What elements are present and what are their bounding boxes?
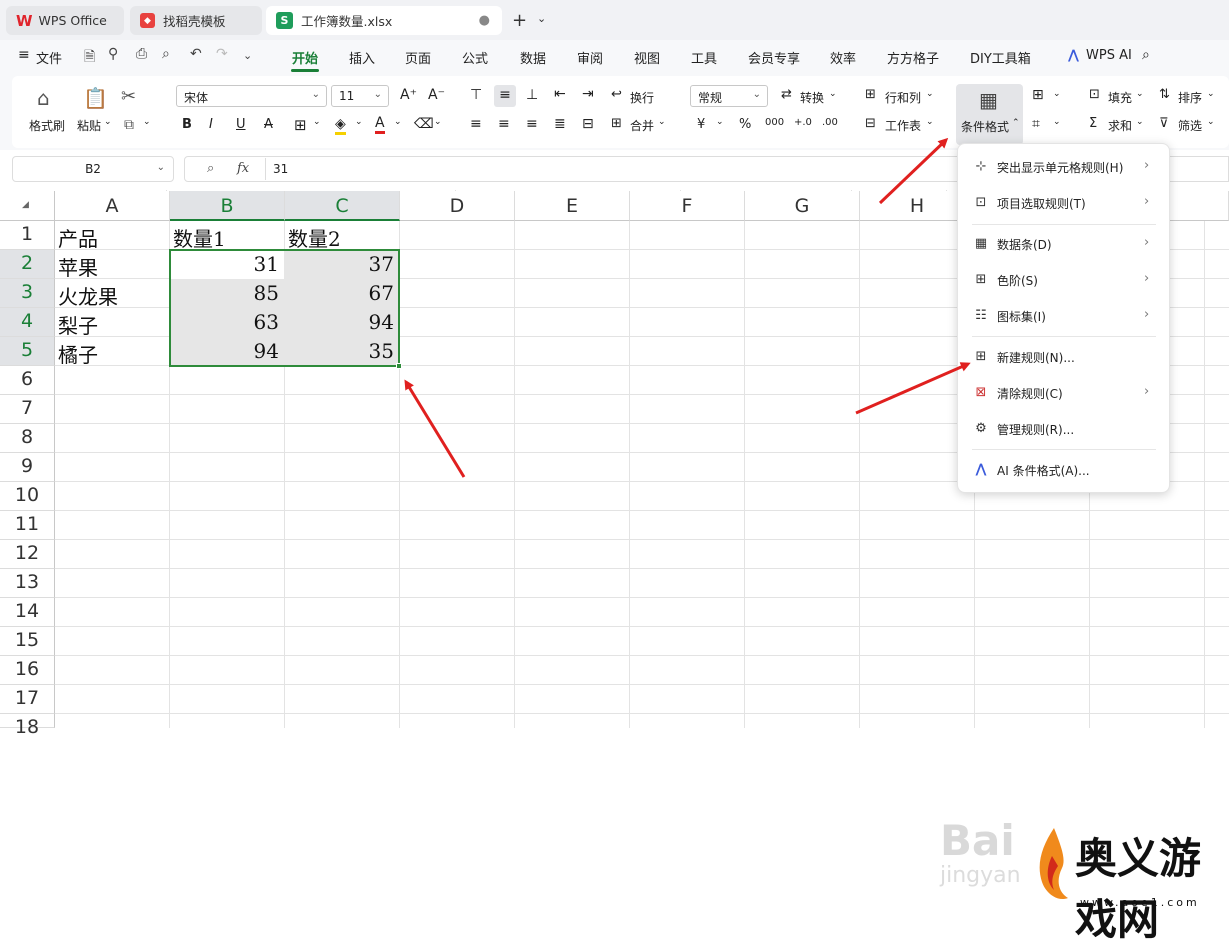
flame-logo-icon — [1039, 828, 1068, 900]
red-arrow-to-new-rule — [855, 362, 971, 415]
jingyan-watermark: jingyan — [940, 863, 1021, 888]
baidu-watermark: Bai — [940, 816, 1015, 865]
annotation-arrows — [404, 137, 971, 478]
red-arrow-to-selection — [404, 379, 466, 478]
red-arrow-to-cond-format — [878, 137, 949, 205]
site-url-watermark: www.aoe1.com — [1080, 896, 1200, 909]
site-name-watermark: 奥义游戏网 — [1075, 834, 1202, 944]
